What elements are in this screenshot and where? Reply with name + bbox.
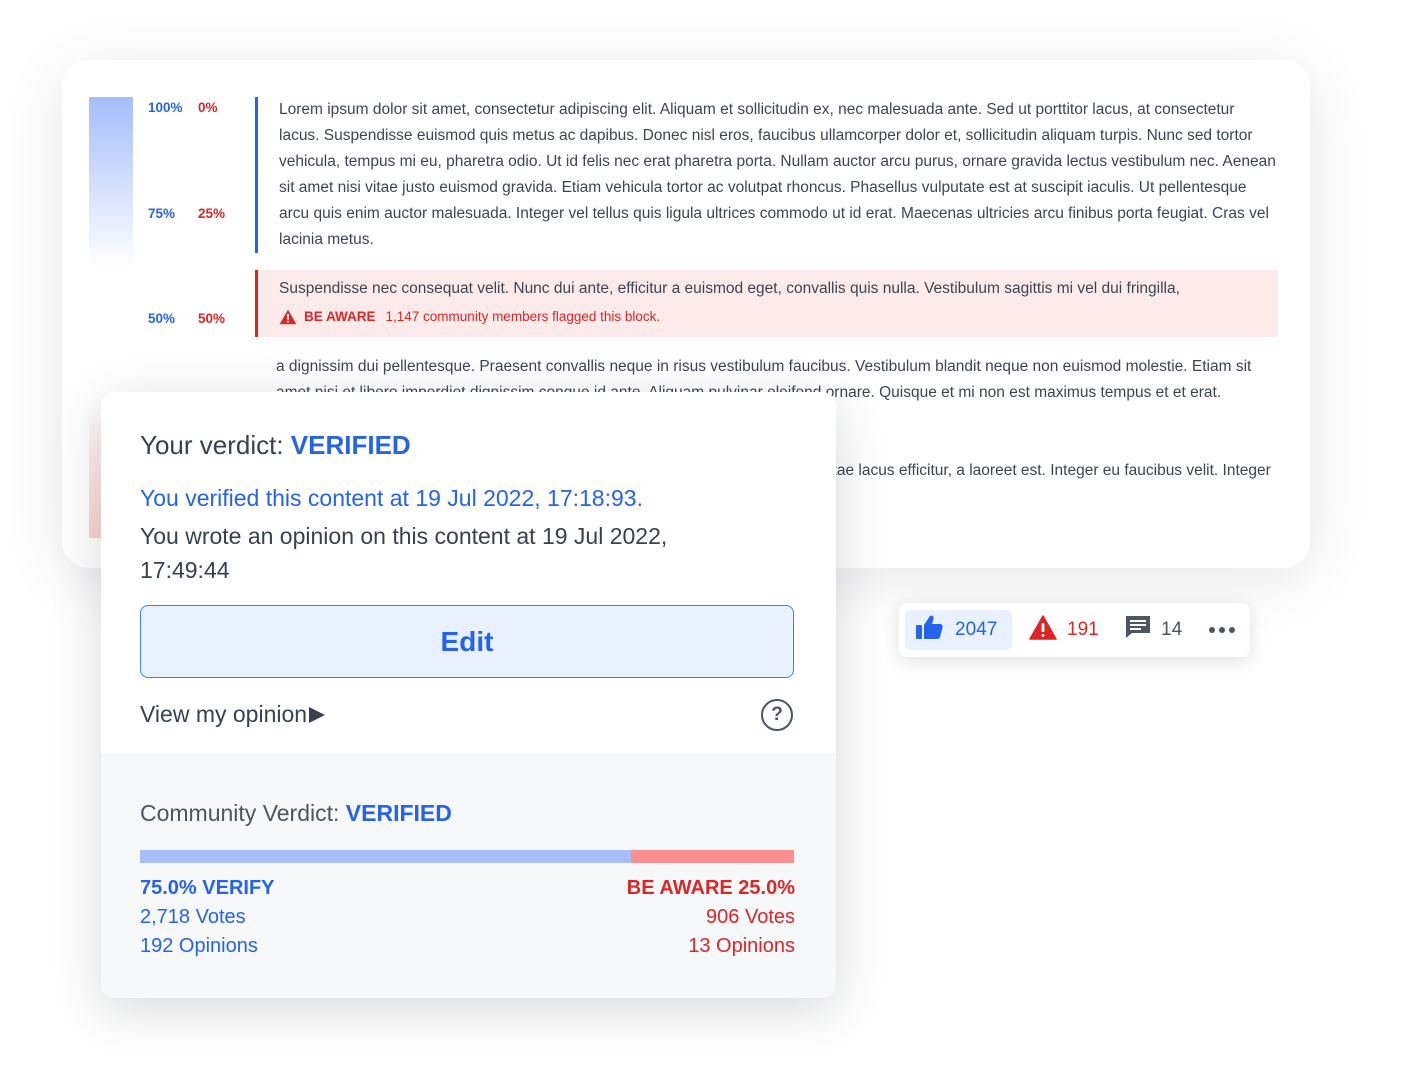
scale-verify-pct: 75% <box>148 206 176 221</box>
aware-votes: 906 Votes <box>706 906 795 928</box>
reaction-toolbar: 2047 191 14 <box>899 603 1250 657</box>
flag-button[interactable]: 191 <box>1029 610 1099 650</box>
scale-verify-pct: 50% <box>148 311 176 326</box>
your-verdict-label: Your verdict: <box>140 430 284 460</box>
flag-count-text: 1,147 community members flagged this blo… <box>385 309 661 324</box>
comment-icon <box>1125 615 1151 645</box>
play-icon <box>309 706 326 723</box>
more-icon[interactable] <box>1209 610 1235 650</box>
aware-stats: BE AWARE 25.0% 906 Votes 13 Opinions <box>627 874 795 961</box>
view-opinion-label: View my opinion <box>140 701 308 727</box>
warning-icon <box>1029 614 1057 646</box>
scale-row: 50% 50% <box>148 311 225 326</box>
dot <box>1209 627 1215 633</box>
scale-aware-pct: 25% <box>198 206 226 221</box>
community-verdict-title: Community Verdict: VERIFIED <box>140 800 452 827</box>
like-count: 2047 <box>955 619 998 640</box>
scale-aware-pct: 0% <box>198 100 218 115</box>
verify-opinions[interactable]: 192 Opinions <box>140 932 275 961</box>
scale-aware-pct: 50% <box>198 311 226 326</box>
thumbs-up-icon <box>915 614 943 646</box>
scale-row: 75% 25% <box>148 206 225 221</box>
verify-share-bar <box>140 850 631 863</box>
flagged-paragraph: Suspendisse nec consequat velit. Nunc du… <box>279 280 1180 297</box>
aware-share-bar <box>630 850 794 863</box>
aware-percentage: BE AWARE 25.0% <box>626 877 795 899</box>
verify-stats: 75.0% VERIFY 2,718 Votes 192 Opinions <box>140 874 275 961</box>
community-verdict-label: Community Verdict: <box>140 800 340 826</box>
verify-votes: 2,718 Votes <box>140 906 246 928</box>
verify-percentage: 75.0% VERIFY <box>140 877 275 899</box>
your-verdict-section: Your verdict: VERIFIED You verified this… <box>101 392 836 753</box>
verify-gradient-bar <box>89 97 133 267</box>
dot <box>1229 627 1235 633</box>
be-aware-notice: BE AWARE 1,147 community members flagged… <box>279 304 1278 330</box>
verified-text-block[interactable]: Lorem ipsum dolor sit amet, consectetur … <box>255 97 1278 253</box>
edit-button[interactable]: Edit <box>140 605 794 678</box>
flag-count: 191 <box>1067 619 1099 640</box>
community-verdict-value: VERIFIED <box>345 800 452 826</box>
like-button[interactable]: 2047 <box>905 610 1012 650</box>
warning-icon <box>279 309 297 325</box>
community-verdict-section: Community Verdict: VERIFIED 75.0% VERIFY… <box>101 753 836 998</box>
vote-split-bar <box>140 850 794 863</box>
scale-verify-pct: 100% <box>148 100 183 115</box>
opinion-timestamp: You wrote an opinion on this content at … <box>140 523 668 583</box>
be-aware-label: BE AWARE <box>304 309 376 324</box>
dot <box>1219 627 1225 633</box>
view-opinion-link[interactable]: View my opinion <box>140 701 326 728</box>
verified-timestamp: You verified this content at 19 Jul 2022… <box>140 485 643 511</box>
your-verdict-value: VERIFIED <box>290 430 411 460</box>
your-verdict-title: Your verdict: VERIFIED <box>140 430 411 461</box>
help-icon[interactable]: ? <box>761 699 793 731</box>
flagged-text-block[interactable]: Suspendisse nec consequat velit. Nunc du… <box>255 270 1278 337</box>
aware-opinions[interactable]: 13 Opinions <box>627 932 795 961</box>
scale-row: 100% 0% <box>148 100 218 115</box>
verdict-popup: Your verdict: VERIFIED You verified this… <box>101 392 836 998</box>
comment-button[interactable]: 14 <box>1125 610 1182 650</box>
comment-count: 14 <box>1161 619 1183 640</box>
